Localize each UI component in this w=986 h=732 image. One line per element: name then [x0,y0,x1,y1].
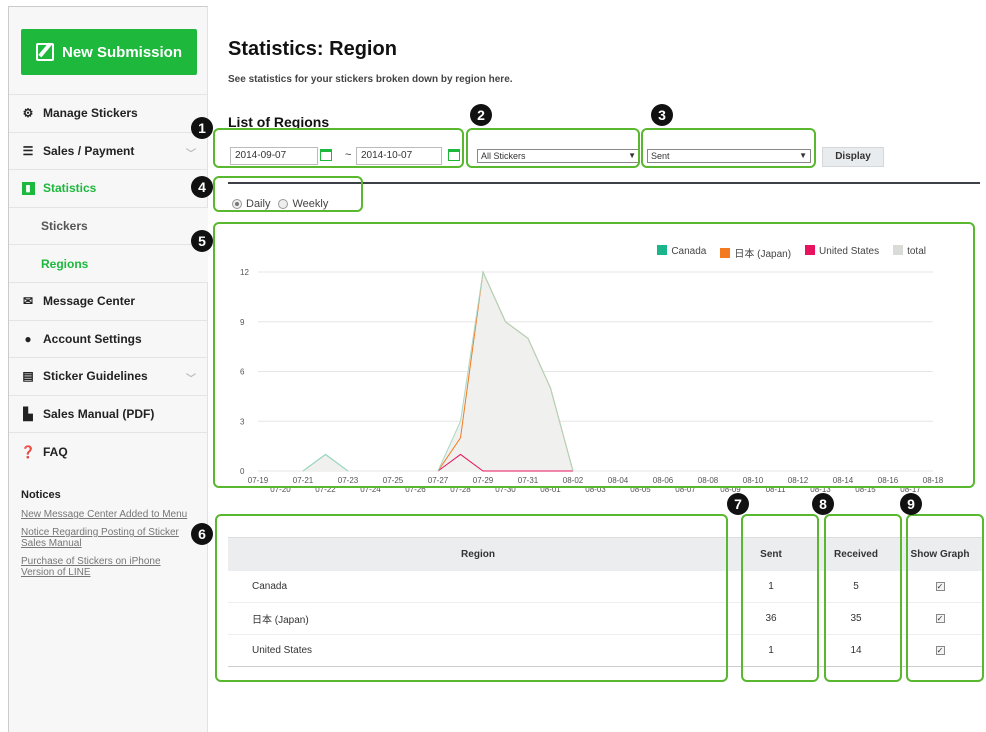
notice-link[interactable]: Notice Regarding Posting of Sticker Sale… [21,527,196,549]
badge-8: 8 [812,493,834,515]
sidebar-item-label: FAQ [43,444,68,459]
badge-1: 1 [191,117,213,139]
annotation-box-region-column [215,514,728,682]
badge-7: 7 [727,493,749,515]
sidebar-item-label: Regions [41,256,89,271]
user-icon: ● [24,331,32,346]
badge-2: 2 [470,104,492,126]
sidebar-item-label: Message Center [43,294,136,309]
sidebar-item-sales-manual[interactable]: ▙ Sales Manual (PDF) [9,394,208,433]
badge-4: 4 [191,176,213,198]
database-icon: ☰ [22,143,34,158]
annotation-box-sent-column [741,514,819,682]
badge-3: 3 [651,104,673,126]
sidebar-item-regions[interactable]: Regions [9,244,208,282]
page-title: Statistics: Region [228,38,397,60]
badge-5: 5 [191,230,213,252]
notice-link[interactable]: Purchase of Stickers on iPhone Version o… [21,556,196,578]
sidebar-item-sales-payment[interactable]: ☰ Sales / Payment ﹀ [9,131,208,170]
notice-link[interactable]: New Message Center Added to Menu [21,509,196,520]
sidebar-item-manage-stickers[interactable]: ⚙ Manage Stickers [9,94,208,132]
page-subtitle: See statistics for your stickers broken … [228,74,513,85]
new-submission-button[interactable]: New Submission [21,29,197,75]
annotation-box-period [213,176,363,212]
sidebar-nav: ⚙ Manage Stickers ☰ Sales / Payment ﹀ ▮ … [9,94,208,470]
badge-6: 6 [191,523,213,545]
notices: Notices New Message Center Added to Menu… [21,489,196,585]
annotation-box-chart [213,222,975,488]
document-icon: ▤ [22,369,34,384]
sidebar-item-label: Manage Stickers [43,106,138,121]
annotation-box-date-range [213,128,464,168]
sidebar-item-label: Stickers [41,219,88,234]
annotation-box-sticker-select [466,128,640,168]
annotation-box-received-column [824,514,902,682]
sidebar-item-label: Sales / Payment [43,143,135,158]
sidebar-item-label: Sales Manual (PDF) [43,407,155,422]
chevron-down-icon: ﹀ [186,374,196,386]
chevron-down-icon: ﹀ [186,148,196,160]
sidebar: New Submission ⚙ Manage Stickers ☰ Sales… [8,6,208,732]
new-submission-label: New Submission [61,43,183,61]
bar-chart-icon: ▮ [21,181,35,195]
sidebar-item-statistics[interactable]: ▮ Statistics [9,169,208,207]
page: New Submission ⚙ Manage Stickers ☰ Sales… [0,0,986,732]
sidebar-item-account-settings[interactable]: ● Account Settings [9,319,208,358]
envelope-icon: ✉ [22,294,34,309]
display-button[interactable]: Display [822,147,884,167]
sidebar-item-label: Statistics [43,181,97,196]
annotation-box-show-graph-column [906,514,984,682]
notices-title: Notices [21,489,61,501]
gear-icon: ⚙ [22,106,34,121]
sidebar-item-message-center[interactable]: ✉ Message Center [9,281,208,320]
file-icon: ▙ [23,407,33,422]
sidebar-item-faq[interactable]: ❓ FAQ [9,432,208,470]
sidebar-item-stickers[interactable]: Stickers [9,206,208,245]
edit-icon [35,43,54,61]
sidebar-item-sticker-guidelines[interactable]: ▤ Sticker Guidelines ﹀ [9,357,208,395]
sidebar-item-label: Sticker Guidelines [43,369,148,384]
sidebar-item-label: Account Settings [43,331,142,346]
annotation-box-type-select [641,128,816,168]
badge-9: 9 [900,493,922,515]
question-icon: ❓ [20,444,36,459]
